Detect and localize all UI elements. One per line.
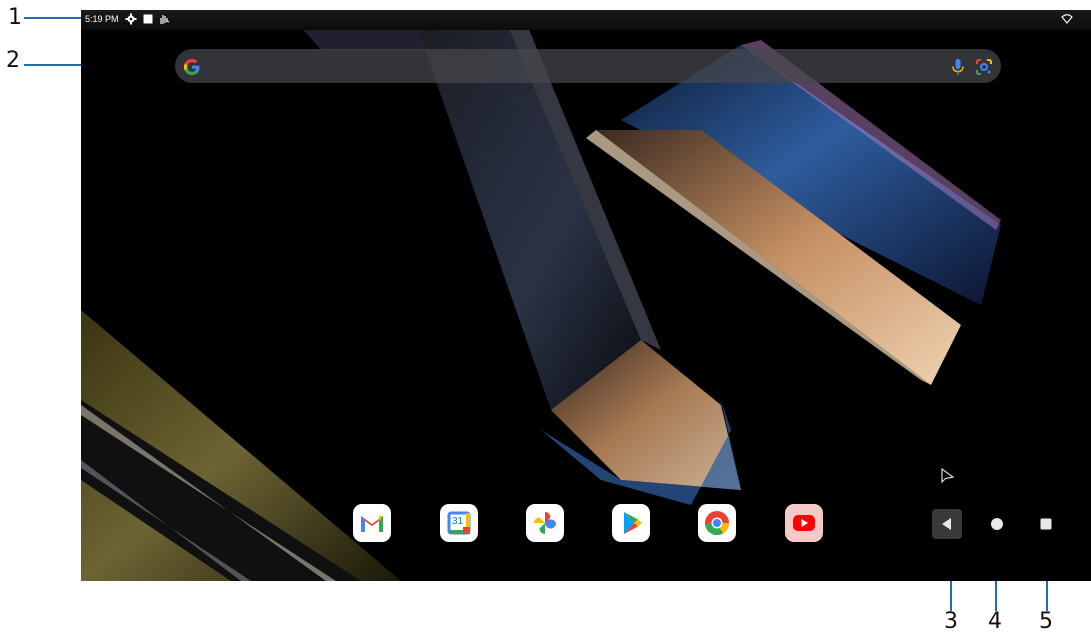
status-time: 5:19 PM xyxy=(85,14,119,24)
youtube-icon[interactable] xyxy=(785,504,823,542)
settings-icon xyxy=(125,13,137,25)
recents-icon xyxy=(1040,518,1052,530)
photos-icon[interactable] xyxy=(526,504,564,542)
wifi-icon xyxy=(1061,14,1073,24)
google-search-bar[interactable] xyxy=(175,49,1001,83)
wallpaper xyxy=(81,10,1091,581)
search-input[interactable] xyxy=(211,56,935,78)
recents-button[interactable] xyxy=(1031,509,1061,539)
home-button[interactable] xyxy=(982,509,1012,539)
callout-4: 4 xyxy=(988,609,1002,634)
home-icon xyxy=(991,518,1003,530)
hand-gesture-icon xyxy=(160,15,170,24)
status-bar: 5:19 PM xyxy=(81,10,1091,30)
back-icon xyxy=(942,518,951,530)
calendar-icon[interactable]: 31 xyxy=(440,504,478,542)
tablet-screen: 5:19 PM 31 xyxy=(81,10,1091,581)
play-store-icon[interactable] xyxy=(612,504,650,542)
callout-2: 2 xyxy=(6,48,20,73)
callout-1-line xyxy=(24,17,81,19)
calendar-day: 31 xyxy=(452,516,464,527)
stop-square-icon xyxy=(143,14,153,24)
callout-1: 1 xyxy=(8,5,22,30)
google-g-icon xyxy=(184,59,200,75)
callout-3: 3 xyxy=(944,609,958,634)
callout-5: 5 xyxy=(1039,609,1053,634)
pointer-cursor-icon xyxy=(941,468,955,484)
microphone-icon[interactable] xyxy=(950,58,966,76)
google-lens-icon[interactable] xyxy=(975,58,993,76)
gmail-icon[interactable] xyxy=(353,504,391,542)
back-button[interactable] xyxy=(932,509,962,539)
chrome-icon[interactable] xyxy=(698,504,736,542)
